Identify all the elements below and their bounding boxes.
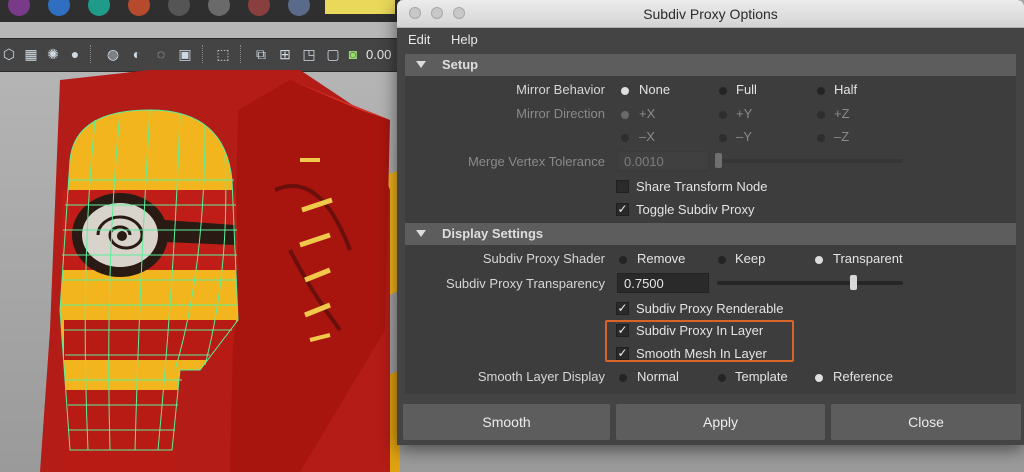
menu-bar: Edit Help	[397, 28, 1024, 50]
checker-icon[interactable]: ▦	[22, 45, 40, 63]
toggle-subdiv-proxy-label[interactable]: Toggle Subdiv Proxy	[636, 202, 755, 217]
grid-icon[interactable]: ⊞	[276, 45, 294, 63]
shaded-sphere-icon[interactable]: ◍	[104, 45, 122, 63]
smooth-button[interactable]: Smooth	[403, 404, 610, 440]
display-settings-section-header[interactable]: Display Settings	[405, 223, 1016, 245]
direction-ny-label[interactable]: –Y	[736, 129, 752, 144]
layer-reference-label[interactable]: Reference	[833, 369, 893, 384]
direction-ny-radio[interactable]	[719, 134, 727, 142]
direction-nx-radio[interactable]	[621, 134, 629, 142]
merge-vertex-tolerance-slider[interactable]	[717, 159, 903, 163]
subdiv-proxy-transparency-slider-handle[interactable]	[850, 275, 857, 290]
viewport-toolbar: ⬡ ▦ ✺ ● ◍ ◐ ◌ ▣ ⬚ ⧉ ⊞ ◳ ▢ ◙ 0.00	[0, 38, 400, 72]
subdiv-proxy-transparency-label: Subdiv Proxy Transparency	[446, 276, 605, 291]
window-title: Subdiv Proxy Options	[643, 6, 778, 22]
shader-transparent-radio[interactable]	[815, 256, 823, 264]
layer-template-label[interactable]: Template	[735, 369, 788, 384]
shelf-swatch[interactable]	[88, 0, 110, 16]
mirror-half-label[interactable]: Half	[834, 82, 857, 97]
toolbar-separator	[240, 45, 243, 63]
shader-remove-radio[interactable]	[619, 256, 627, 264]
mirror-full-label[interactable]: Full	[736, 82, 757, 97]
shelf-swatch[interactable]	[248, 0, 270, 16]
collapse-triangle-icon[interactable]	[416, 230, 426, 237]
menu-edit[interactable]: Edit	[408, 32, 430, 47]
shelf-swatch[interactable]	[48, 0, 70, 16]
shelf-swatch[interactable]	[208, 0, 230, 16]
direction-nx-label[interactable]: –X	[639, 129, 655, 144]
isolate-icon[interactable]: ⧉	[252, 45, 270, 63]
exposure-value[interactable]: 0.00	[366, 47, 391, 62]
setup-section-header[interactable]: Setup	[405, 54, 1016, 76]
shelf-strip	[0, 0, 400, 22]
cube-icon[interactable]: ⬡	[0, 45, 18, 63]
section-title: Display Settings	[442, 226, 544, 241]
shelf-swatch[interactable]	[168, 0, 190, 16]
shelf-swatch[interactable]	[128, 0, 150, 16]
subdiv-proxy-renderable-label[interactable]: Subdiv Proxy Renderable	[636, 301, 783, 316]
layer-normal-radio[interactable]	[619, 374, 627, 382]
direction-py-label[interactable]: +Y	[736, 106, 752, 121]
mirror-behavior-label: Mirror Behavior	[516, 82, 605, 97]
subdiv-proxy-transparency-field[interactable]: 0.7500	[617, 273, 709, 293]
shader-keep-label[interactable]: Keep	[735, 251, 765, 266]
mirror-half-radio[interactable]	[817, 87, 825, 95]
toggle-subdiv-proxy-checkbox[interactable]: ✓	[616, 203, 629, 216]
direction-nz-label[interactable]: –Z	[834, 129, 849, 144]
apply-button[interactable]: Apply	[616, 404, 825, 440]
direction-px-radio[interactable]	[621, 111, 629, 119]
subdiv-proxy-shader-label: Subdiv Proxy Shader	[482, 251, 605, 266]
merge-vertex-tolerance-label: Merge Vertex Tolerance	[467, 154, 605, 169]
direction-py-radio[interactable]	[719, 111, 727, 119]
shader-remove-label[interactable]: Remove	[637, 251, 685, 266]
camera-icon[interactable]: ◙	[344, 45, 362, 63]
subdiv-proxy-options-dialog: Subdiv Proxy Options Edit Help Setup Mir…	[397, 0, 1024, 445]
select-arrow-icon[interactable]: ⬚	[214, 45, 232, 63]
smooth-layer-display-label: Smooth Layer Display	[477, 369, 605, 384]
mirror-none-radio[interactable]	[621, 87, 629, 95]
share-transform-node-label[interactable]: Share Transform Node	[636, 179, 768, 194]
close-button[interactable]: Close	[831, 404, 1021, 440]
direction-px-label[interactable]: +X	[639, 106, 655, 121]
frame-icon[interactable]: ◳	[300, 45, 318, 63]
direction-nz-radio[interactable]	[817, 134, 825, 142]
shelf-swatch[interactable]	[8, 0, 30, 16]
button-bar: Smooth Apply Close	[397, 402, 1024, 445]
direction-pz-radio[interactable]	[817, 111, 825, 119]
light-bulb-icon[interactable]: ✺	[44, 45, 62, 63]
highlight-annotation-box	[605, 320, 794, 362]
character-scene	[40, 70, 400, 472]
title-bar[interactable]: Subdiv Proxy Options	[397, 0, 1024, 28]
shelf-swatch[interactable]	[288, 0, 310, 16]
film-gate-icon[interactable]: ▢	[324, 45, 342, 63]
double-sphere-icon[interactable]: ◐	[128, 45, 146, 63]
ring-icon[interactable]: ◌	[152, 45, 170, 63]
shader-keep-radio[interactable]	[718, 256, 726, 264]
shader-transparent-label[interactable]: Transparent	[833, 251, 903, 266]
shelf-tab-indicator	[325, 0, 395, 14]
toolbar-separator	[202, 45, 205, 63]
merge-vertex-tolerance-field[interactable]: 0.0010	[617, 151, 709, 171]
share-transform-node-checkbox[interactable]	[616, 180, 629, 193]
layer-reference-radio[interactable]	[815, 374, 823, 382]
subdiv-proxy-transparency-slider[interactable]	[717, 281, 903, 285]
menu-help[interactable]: Help	[451, 32, 478, 47]
merge-vertex-tolerance-slider-handle[interactable]	[715, 153, 722, 168]
subdiv-proxy-renderable-checkbox[interactable]: ✓	[616, 302, 629, 315]
mirror-none-label[interactable]: None	[639, 82, 670, 97]
toolbar-separator	[90, 45, 93, 63]
sphere-icon[interactable]: ●	[66, 45, 84, 63]
section-title: Setup	[442, 57, 479, 72]
collapse-triangle-icon[interactable]	[416, 61, 426, 68]
direction-pz-label[interactable]: +Z	[834, 106, 850, 121]
box-select-icon[interactable]: ▣	[176, 45, 194, 63]
layer-normal-label[interactable]: Normal	[637, 369, 679, 384]
mirror-direction-label: Mirror Direction	[516, 106, 605, 121]
mirror-full-radio[interactable]	[719, 87, 727, 95]
layer-template-radio[interactable]	[718, 374, 726, 382]
